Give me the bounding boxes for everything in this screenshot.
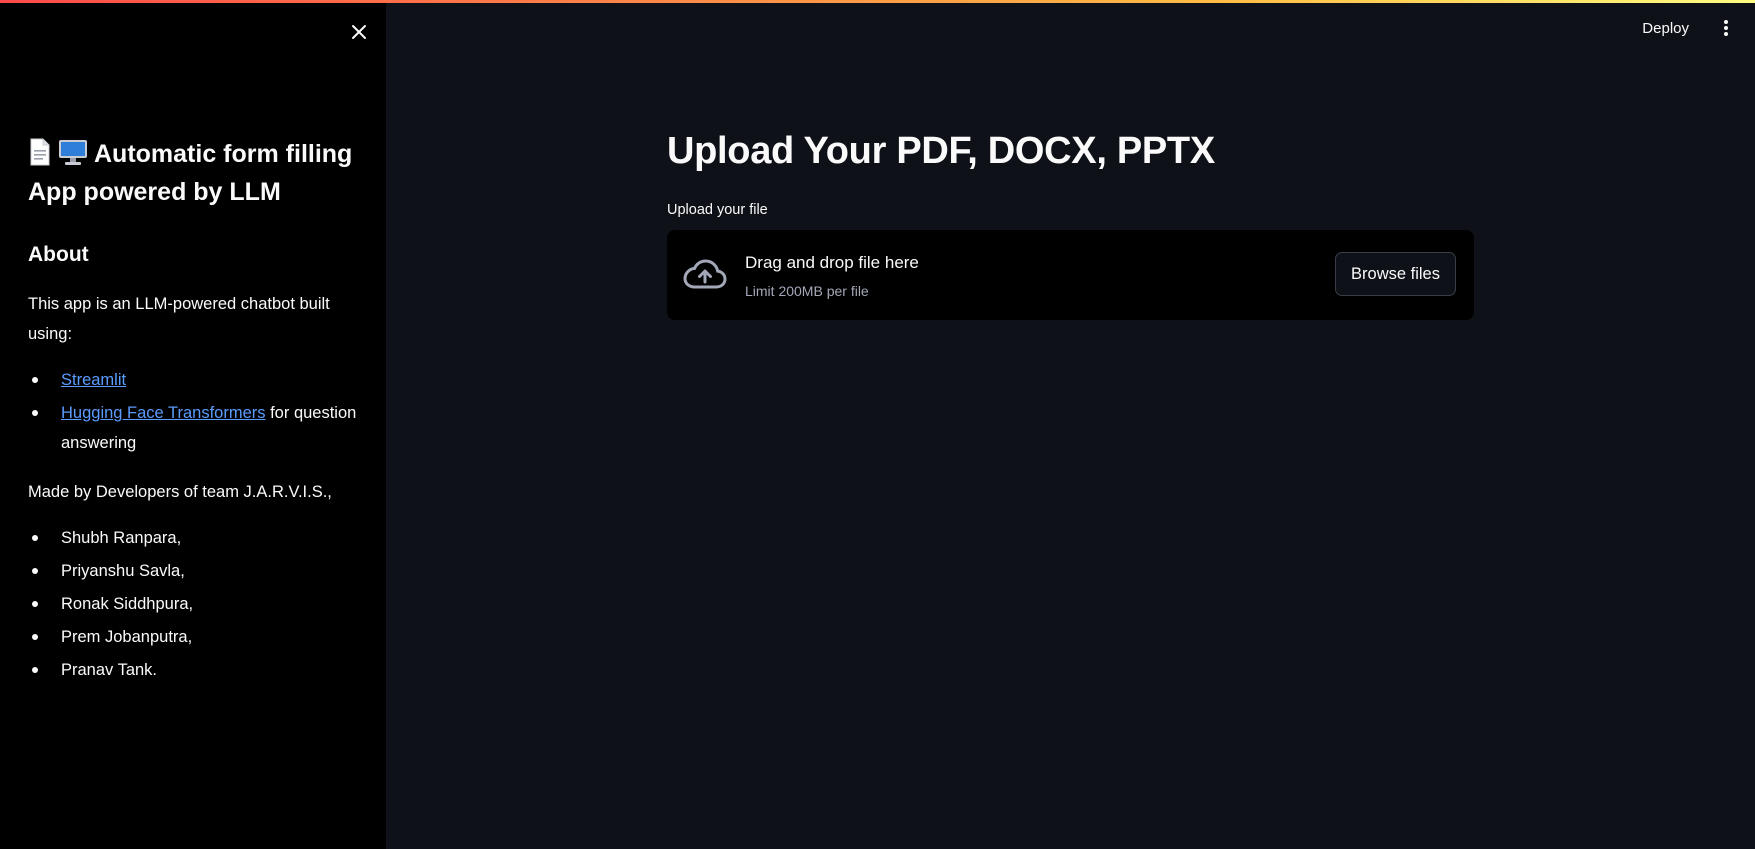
list-item: Prem Jobanputra, — [28, 622, 358, 652]
about-heading: About — [28, 243, 89, 266]
list-item: Hugging Face Transformers for question a… — [28, 398, 358, 458]
list-item: Ronak Siddhpura, — [28, 589, 358, 619]
about-description: This app is an LLM-powered chatbot built… — [28, 295, 330, 343]
close-sidebar-button[interactable] — [346, 19, 372, 45]
close-icon — [352, 25, 366, 39]
drag-drop-text: Drag and drop file here — [745, 253, 919, 272]
developers-list: Shubh Ranpara, Priyanshu Savla, Ronak Si… — [28, 523, 358, 688]
made-by-text: Made by Developers of team J.A.R.V.I.S., — [28, 483, 332, 501]
streamlit-link[interactable]: Streamlit — [61, 371, 126, 389]
deploy-button[interactable]: Deploy — [1642, 20, 1689, 37]
main-menu-button[interactable] — [1713, 15, 1739, 41]
app-header: Deploy — [1642, 12, 1755, 44]
page-icon — [28, 138, 52, 175]
list-item: Priyanshu Savla, — [28, 556, 358, 586]
desktop-computer-icon — [58, 138, 88, 175]
sidebar: Automatic form filling App powered by LL… — [0, 3, 386, 849]
list-item: Pranav Tank. — [28, 655, 358, 685]
hugging-face-link[interactable]: Hugging Face Transformers — [61, 404, 266, 422]
file-uploader-label: Upload your file — [667, 202, 768, 218]
list-item: Shubh Ranpara, — [28, 523, 358, 553]
cloud-upload-icon — [683, 259, 727, 289]
tech-links-list: Streamlit Hugging Face Transformers for … — [28, 365, 358, 461]
browse-files-button[interactable]: Browse files — [1335, 252, 1456, 296]
list-item: Streamlit — [28, 365, 358, 395]
file-limit-text: Limit 200MB per file — [745, 283, 869, 299]
sidebar-title: Automatic form filling App powered by LL… — [28, 137, 363, 209]
page-title: Upload Your PDF, DOCX, PPTX — [667, 130, 1215, 172]
more-vertical-icon — [1724, 20, 1728, 36]
file-dropzone[interactable]: Drag and drop file here Limit 200MB per … — [667, 230, 1474, 320]
